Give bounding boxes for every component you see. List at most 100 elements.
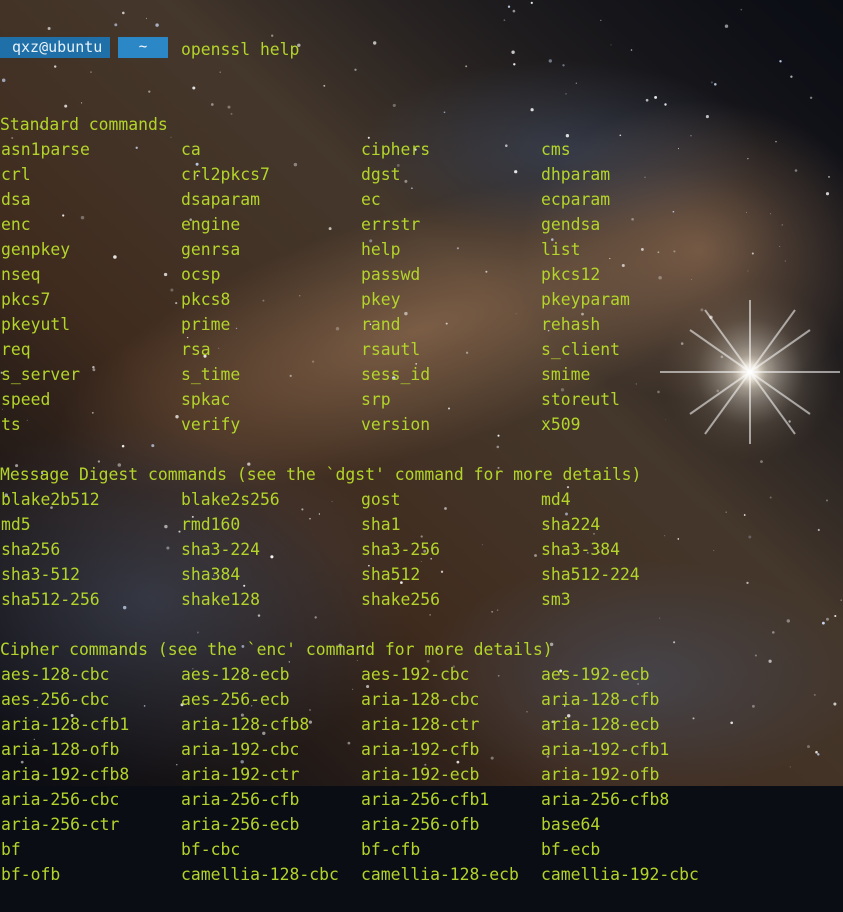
command-row: s_server s_time sess_id smime bbox=[0, 362, 843, 387]
command-name: genpkey bbox=[1, 240, 71, 259]
prompt-directory-segment: ~ bbox=[118, 37, 168, 58]
command-name: aes-192-ecb bbox=[541, 665, 650, 684]
command-name: blake2b512 bbox=[1, 490, 100, 509]
command-name: aes-128-ecb bbox=[181, 665, 290, 684]
command-name: aria-256-ctr bbox=[1, 815, 120, 834]
command-name: dsa bbox=[1, 190, 31, 209]
help-output: Standard commands asn1parse ca ciphers cms cr… bbox=[0, 112, 843, 887]
section-heading: Standard commands bbox=[0, 115, 168, 134]
command-name: smime bbox=[541, 365, 591, 384]
command-name: bf-ofb bbox=[1, 865, 61, 884]
section-heading: Cipher commands (see the `enc' command f… bbox=[0, 640, 553, 659]
command-name: aria-192-ctr bbox=[181, 765, 300, 784]
command-name: sha3-256 bbox=[361, 540, 440, 559]
command-name: dhparam bbox=[541, 165, 611, 184]
command-name: aria-192-cfb8 bbox=[1, 765, 130, 784]
command-name: rand bbox=[361, 315, 401, 334]
command-name: pkey bbox=[361, 290, 401, 309]
command-name: verify bbox=[181, 415, 241, 434]
command-row: dsa dsaparam ec ecparam bbox=[0, 187, 843, 212]
command-name: aria-192-cfb bbox=[361, 740, 480, 759]
command-name: bf-ecb bbox=[541, 840, 601, 859]
command-row: aria-256-ctr aria-256-ecb aria-256-ofb base… bbox=[0, 812, 843, 837]
command-name: aria-128-ofb bbox=[1, 740, 120, 759]
command-name: sess_id bbox=[361, 365, 431, 384]
command-name: ec bbox=[361, 190, 381, 209]
command-row: blake2b512 blake2s256 gost md4 bbox=[0, 487, 843, 512]
command-name: pkcs12 bbox=[541, 265, 601, 284]
command-name: aes-192-cbc bbox=[361, 665, 470, 684]
command-name: version bbox=[361, 415, 431, 434]
command-row: enc engine errstr gendsa bbox=[0, 212, 843, 237]
command-name: aria-128-ecb bbox=[541, 715, 660, 734]
command-name: aes-256-ecb bbox=[181, 690, 290, 709]
command-name: aria-256-cfb8 bbox=[541, 790, 670, 809]
command-name: prime bbox=[181, 315, 231, 334]
command-name: ca bbox=[181, 140, 201, 159]
command-name: md4 bbox=[541, 490, 571, 509]
command-name: rsautl bbox=[361, 340, 421, 359]
command-name: aria-128-cfb8 bbox=[181, 715, 310, 734]
command-name: nseq bbox=[1, 265, 41, 284]
command-row: sha3-512 sha384 sha512 sha512-224 bbox=[0, 562, 843, 587]
command-name: s_client bbox=[541, 340, 620, 359]
command-name: gendsa bbox=[541, 215, 601, 234]
command-row: aria-192-cfb8 aria-192-ctr aria-192-ecb ari… bbox=[0, 762, 843, 787]
command-row: md5 rmd160 sha1 sha224 bbox=[0, 512, 843, 537]
command-name: sha3-512 bbox=[1, 565, 80, 584]
command-name: passwd bbox=[361, 265, 421, 284]
prompt-line: qxz@ubuntu ~ openssl help bbox=[0, 37, 843, 62]
command-name: s_server bbox=[1, 365, 80, 384]
command-name: rsa bbox=[181, 340, 211, 359]
command-name: enc bbox=[1, 215, 31, 234]
command-name: sha3-224 bbox=[181, 540, 260, 559]
command-name: genrsa bbox=[181, 240, 241, 259]
command-name: pkeyutl bbox=[1, 315, 71, 334]
command-name: base64 bbox=[541, 815, 601, 834]
command-row: speed spkac srp storeutl bbox=[0, 387, 843, 412]
command-name: shake128 bbox=[181, 590, 260, 609]
command-row: req rsa rsautl s_client bbox=[0, 337, 843, 362]
command-name: dgst bbox=[361, 165, 401, 184]
command-name: x509 bbox=[541, 415, 581, 434]
command-name: crl bbox=[1, 165, 31, 184]
command-row: aes-128-cbc aes-128-ecb aes-192-cbc aes-192… bbox=[0, 662, 843, 687]
command-name: aria-256-cfb1 bbox=[361, 790, 490, 809]
command-name: aria-256-ofb bbox=[361, 815, 480, 834]
command-name: srp bbox=[361, 390, 391, 409]
command-name: sha256 bbox=[1, 540, 61, 559]
terminal-output[interactable]: qxz@ubuntu ~ openssl help Standard comma… bbox=[0, 0, 843, 912]
command-name: aria-192-ecb bbox=[361, 765, 480, 784]
command-name: bf bbox=[1, 840, 21, 859]
command-name: sha1 bbox=[361, 515, 401, 534]
command-name: pkcs7 bbox=[1, 290, 51, 309]
command-name: sha512-256 bbox=[1, 590, 100, 609]
command-row: pkcs7 pkcs8 pkey pkeyparam bbox=[0, 287, 843, 312]
command-name: shake256 bbox=[361, 590, 440, 609]
command-name: errstr bbox=[361, 215, 421, 234]
command-name: gost bbox=[361, 490, 401, 509]
command-name: cms bbox=[541, 140, 571, 159]
command-row: genpkey genrsa help list bbox=[0, 237, 843, 262]
command-name: camellia-192-cbc bbox=[541, 865, 699, 884]
command-name: camellia-128-ecb bbox=[361, 865, 519, 884]
command-name: aria-192-ofb bbox=[541, 765, 660, 784]
command-name: req bbox=[1, 340, 31, 359]
command-row: asn1parse ca ciphers cms bbox=[0, 137, 843, 162]
command-name: md5 bbox=[1, 515, 31, 534]
entered-command: openssl help bbox=[181, 40, 300, 59]
command-name: sm3 bbox=[541, 590, 571, 609]
command-name: aria-128-cfb bbox=[541, 690, 660, 709]
command-name: camellia-128-cbc bbox=[181, 865, 339, 884]
command-name: bf-cfb bbox=[361, 840, 421, 859]
command-name: s_time bbox=[181, 365, 241, 384]
command-name: list bbox=[541, 240, 581, 259]
command-row: sha512-256 shake128 shake256 sm3 bbox=[0, 587, 843, 612]
command-name: ecparam bbox=[541, 190, 611, 209]
command-name: ciphers bbox=[361, 140, 431, 159]
command-row: aes-256-cbc aes-256-ecb aria-128-cbc aria-1… bbox=[0, 687, 843, 712]
command-name: aria-128-ctr bbox=[361, 715, 480, 734]
command-name: bf-cbc bbox=[181, 840, 241, 859]
